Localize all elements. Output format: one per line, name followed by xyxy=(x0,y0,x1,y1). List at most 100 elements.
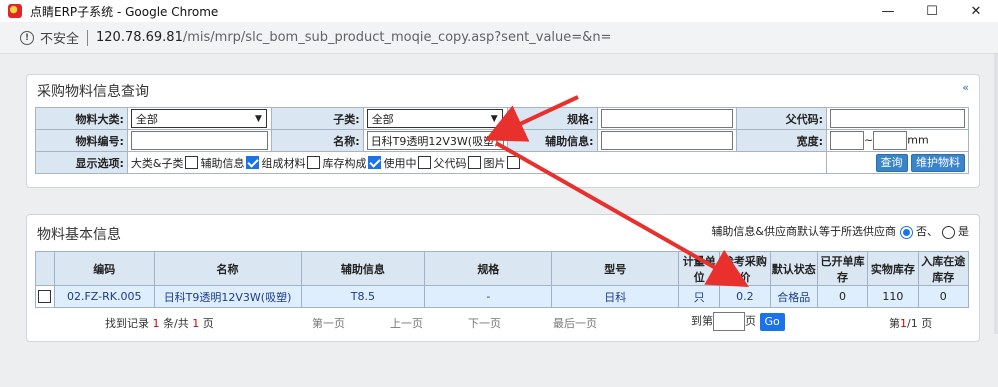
option-checkbox[interactable] xyxy=(185,156,199,169)
cell-spec: - xyxy=(424,285,553,308)
option-checkbox[interactable] xyxy=(418,156,432,169)
goto-page-input[interactable] xyxy=(713,312,745,331)
name-label: 名称: xyxy=(270,129,364,152)
scrollbar[interactable] xyxy=(994,54,998,334)
category-label: 物料大类: xyxy=(35,107,128,130)
column-header: 参考采购价 xyxy=(719,251,771,286)
option-label: 父代码 xyxy=(433,156,467,170)
option-checkbox[interactable] xyxy=(507,156,521,169)
cell-price: 0.2 xyxy=(719,285,771,308)
column-header: 编码 xyxy=(53,251,155,286)
supplier-note: 辅助信息&供应商默认等于所选供应商 xyxy=(711,225,896,238)
column-header: 辅助信息 xyxy=(300,251,426,286)
collapse-icon[interactable]: « xyxy=(962,81,969,94)
subcategory-label: 子类: xyxy=(270,107,364,130)
table-row[interactable]: 02.FZ-RK.005 日科T9透明12V3W(吸塑) T8.5 - 日科 只… xyxy=(35,285,970,308)
window-titlebar: 点睛ERP子系统 - Google Chrome — ☐ ✕ xyxy=(0,0,998,22)
cell-transit: 0 xyxy=(917,285,970,308)
option-checkbox[interactable] xyxy=(246,156,260,169)
code-label: 物料编号: xyxy=(35,129,128,152)
result-panel: 物料基本信息 辅助信息&供应商默认等于所选供应商 否、 是 编码 名称 辅助信息… xyxy=(26,214,980,342)
material-table: 编码 名称 辅助信息 规格 型号 计量单位 参考采购价 默认状态 已开单库存 实… xyxy=(35,251,970,308)
column-header: 规格 xyxy=(424,251,553,286)
security-label[interactable]: 不安全 xyxy=(40,28,79,47)
column-header: 型号 xyxy=(551,251,680,286)
option-label: 组成材料 xyxy=(261,156,306,170)
radio-yes-label: 是 xyxy=(958,225,969,238)
close-button[interactable]: ✕ xyxy=(954,0,998,22)
chevron-down-icon: ▼ xyxy=(490,113,498,124)
cell-ordered: 0 xyxy=(816,285,869,308)
column-header: 已开单库存 xyxy=(816,251,869,286)
prev-page-link[interactable]: 上一页 xyxy=(390,315,423,331)
search-panel: 采购物料信息查询 « 物料大类: 全部 ▼ 子类: 全部 ▼ 规格: 父代码: 物料… xyxy=(26,74,980,188)
cell-name: 日科T9透明12V3W(吸塑) xyxy=(153,285,302,308)
minimize-button[interactable]: — xyxy=(866,0,910,22)
column-header: 名称 xyxy=(153,251,302,286)
select-column-header xyxy=(35,251,55,286)
option-checkbox[interactable] xyxy=(307,156,321,169)
cell-code[interactable]: 02.FZ-RK.005 xyxy=(53,285,155,308)
goto-page: 到第页 Go xyxy=(691,312,785,331)
aux-input[interactable] xyxy=(600,131,734,150)
search-form: 物料大类: 全部 ▼ 子类: 全部 ▼ 规格: 父代码: 物料编号: 名称: 日科T… xyxy=(35,107,969,174)
width-unit: mm xyxy=(907,133,929,147)
url-text[interactable]: 120.78.69.81/mis/mrp/slc_bom_sub_product… xyxy=(96,30,611,45)
column-header: 默认状态 xyxy=(769,251,818,286)
column-header: 入库在途库存 xyxy=(917,251,970,286)
spec-label: 规格: xyxy=(506,107,598,130)
code-input[interactable] xyxy=(130,131,268,150)
display-label: 显示选项: xyxy=(35,151,128,174)
option-checkbox[interactable] xyxy=(468,156,482,169)
parent-code-label: 父代码: xyxy=(736,107,828,130)
spec-input[interactable] xyxy=(600,109,734,128)
maintain-button[interactable]: 维护物料 xyxy=(911,153,965,172)
name-input[interactable]: 日科T9透明12V3W(吸塑) xyxy=(366,131,504,150)
column-header: 实物库存 xyxy=(867,251,919,286)
cell-model: 日科 xyxy=(551,285,680,308)
display-options: 大类&子类 辅助信息 组成材料 库存构成 使用中 父代码 图片 xyxy=(126,151,828,174)
option-label: 库存构成 xyxy=(322,156,367,170)
cell-stock: 110 xyxy=(867,285,919,308)
row-checkbox[interactable] xyxy=(38,290,52,304)
maximize-button[interactable]: ☐ xyxy=(910,0,954,22)
radio-no[interactable] xyxy=(899,225,913,239)
radio-yes[interactable] xyxy=(941,225,955,239)
result-panel-title: 物料基本信息 xyxy=(37,227,121,243)
url-host: 120.78.69.81 xyxy=(96,30,183,45)
aux-label: 辅助信息: xyxy=(506,129,598,152)
width-label: 宽度: xyxy=(736,129,828,152)
warning-icon[interactable]: ! xyxy=(20,30,34,45)
next-page-link[interactable]: 下一页 xyxy=(468,315,501,331)
radio-no-label: 否、 xyxy=(916,225,938,238)
app-logo-icon xyxy=(8,4,22,18)
record-count: 找到记录 1 条/共 1 页 xyxy=(105,317,214,330)
option-label: 大类&子类 xyxy=(130,156,184,170)
column-header: 计量单位 xyxy=(678,251,721,286)
option-label: 图片 xyxy=(483,156,506,170)
cell-aux: T8.5 xyxy=(300,285,426,308)
width-min-input[interactable] xyxy=(830,131,865,150)
address-bar[interactable]: ! 不安全 120.78.69.81/mis/mrp/slc_bom_sub_p… xyxy=(0,22,998,54)
search-panel-title: 采购物料信息查询 xyxy=(37,84,149,100)
query-button[interactable]: 查询 xyxy=(875,153,908,172)
cell-unit: 只 xyxy=(678,285,721,308)
chevron-down-icon: ▼ xyxy=(254,113,262,124)
parent-code-input[interactable] xyxy=(830,109,965,128)
page-indicator: 第1/1 页 xyxy=(889,317,933,330)
option-label: 使用中 xyxy=(383,156,417,170)
cell-status: 合格品 xyxy=(769,285,818,308)
address-divider xyxy=(87,29,89,46)
width-max-input[interactable] xyxy=(873,131,908,150)
subcategory-select[interactable]: 全部 ▼ xyxy=(366,109,503,128)
option-label: 辅助信息 xyxy=(200,156,245,170)
width-separator: ~ xyxy=(864,133,874,147)
first-page-link[interactable]: 第一页 xyxy=(312,315,345,331)
url-path: /mis/mrp/slc_bom_sub_product_moqie_copy.… xyxy=(182,30,612,45)
supplier-filter: 辅助信息&供应商默认等于所选供应商 否、 是 xyxy=(711,223,969,239)
last-page-link[interactable]: 最后一页 xyxy=(553,315,597,331)
go-button[interactable]: Go xyxy=(759,312,785,331)
option-checkbox[interactable] xyxy=(368,156,382,169)
window-title: 点睛ERP子系统 - Google Chrome xyxy=(30,4,219,19)
category-select[interactable]: 全部 ▼ xyxy=(130,109,267,128)
